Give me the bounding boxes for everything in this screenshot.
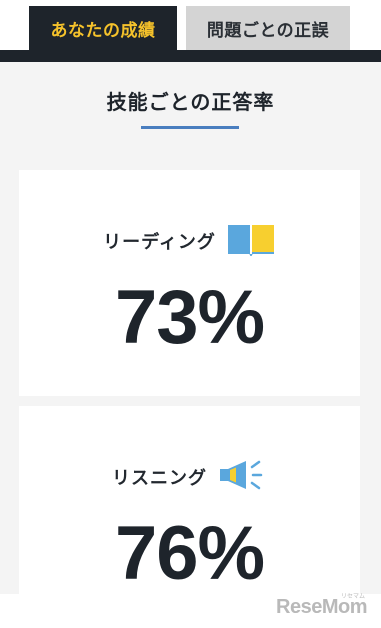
resemom-watermark: ReseMom (276, 596, 367, 618)
listening-label: リスニング (112, 468, 207, 489)
open-book-icon (226, 222, 276, 260)
listening-header: リスニング (19, 458, 360, 496)
megaphone-icon (217, 458, 267, 496)
tab-bar: あなたの成績 問題ごとの正誤 (0, 0, 381, 62)
reading-percent: 73% (114, 275, 265, 360)
section-title: 技能ごとの正答率 (106, 90, 275, 114)
reading-header: リーディング (19, 222, 360, 260)
reading-score-card: リーディング 73% (19, 170, 360, 396)
title-underline (141, 126, 239, 129)
tab-your-results[interactable]: あなたの成績 (29, 6, 177, 50)
tab-per-question[interactable]: 問題ごとの正誤 (186, 6, 350, 50)
reading-label: リーディング (103, 232, 216, 253)
tab-underline-bar (0, 50, 381, 62)
listening-percent: 76% (114, 511, 265, 596)
listening-score-card: リスニング 76% (19, 406, 360, 606)
